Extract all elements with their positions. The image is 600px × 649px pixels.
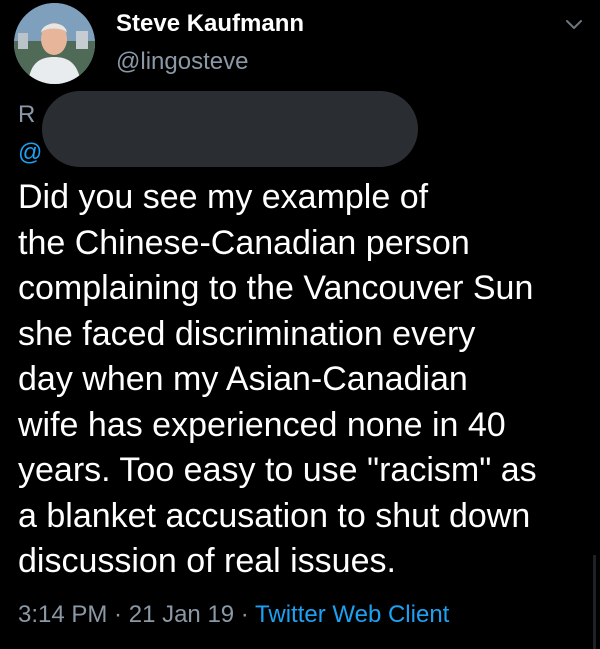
tweet-text: Did you see my example of the Chinese-Ca…: [18, 175, 588, 585]
tweet-line: a blanket accusation to shut down: [18, 496, 531, 535]
meta-separator: ·: [234, 601, 256, 628]
author-handle[interactable]: @lingosteve: [116, 48, 248, 76]
author-display-name[interactable]: Steve Kaufmann: [116, 10, 304, 38]
tweet-line: wife has experienced none in 40: [18, 405, 506, 444]
tweet-line: day when my Asian-Canadian: [18, 360, 468, 398]
redaction-block: [42, 91, 418, 167]
tweet-line: she faced discrimination every: [18, 314, 476, 353]
profile-photo-icon: [14, 3, 95, 84]
replying-to-mention[interactable]: @: [18, 139, 42, 167]
tweet-client-link[interactable]: Twitter Web Client: [255, 601, 449, 628]
tweet-time[interactable]: 3:14 PM: [18, 601, 107, 628]
replying-to-label: R: [18, 101, 36, 128]
tweet-line: complaining to the Vancouver Sun: [18, 269, 534, 307]
tweet-date[interactable]: 21 Jan 19: [129, 601, 234, 628]
tweet-line: the Chinese-Canadian person: [18, 223, 470, 262]
chevron-down-icon[interactable]: [562, 12, 586, 36]
meta-separator: ·: [107, 601, 129, 628]
tweet-line: Did you see my example of: [18, 178, 429, 216]
avatar[interactable]: [14, 3, 95, 84]
tweet-line: years. Too easy to use "racism" as: [18, 451, 537, 489]
tweet-line: discussion of real issues.: [18, 542, 396, 580]
tweet-meta: 3:14 PM · 21 Jan 19 · Twitter Web Client: [18, 601, 449, 629]
scroll-edge: [593, 555, 596, 649]
